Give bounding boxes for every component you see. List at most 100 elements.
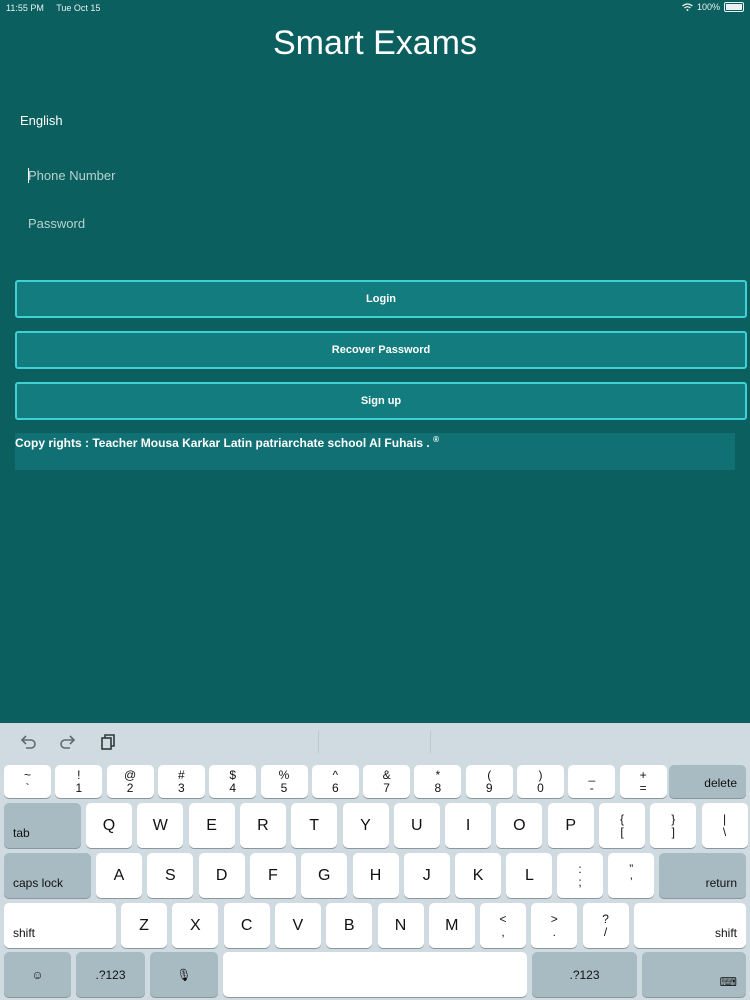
key-d[interactable]: D: [198, 853, 245, 898]
key-a[interactable]: A: [96, 853, 142, 898]
on-screen-keyboard: ~ `! 1 @2 #3 $4% 5 ^ 6 & 7 * 8(9) 0 _ - + = delete tab Q W E R T…: [0, 723, 750, 1000]
key-p[interactable]: P: [547, 803, 594, 848]
key-0[interactable]: ) 0: [517, 765, 564, 798]
key-v[interactable]: V: [274, 903, 321, 948]
hide-keyboard-icon[interactable]: ⌨: [642, 952, 746, 997]
key-bottom-label: .: [552, 924, 556, 939]
key-x[interactable]: X: [172, 903, 219, 948]
numbers-key-left[interactable]: .?123: [76, 952, 145, 997]
paste-icon[interactable]: [98, 733, 118, 751]
shift-key-left[interactable]: shift: [4, 903, 116, 948]
key-r[interactable]: R: [239, 803, 286, 848]
key-w[interactable]: W: [137, 803, 184, 848]
key-label: shift: [714, 926, 737, 940]
key-b[interactable]: B: [326, 903, 373, 948]
key-bottom-label: 2: [126, 780, 134, 795]
numbers-key-right[interactable]: .?123: [532, 952, 637, 997]
wifi-icon: [682, 3, 693, 11]
key-symbol[interactable]: ”’: [608, 853, 655, 898]
phone-number-field[interactable]: [28, 161, 718, 189]
key-i[interactable]: I: [445, 803, 492, 848]
key-m[interactable]: M: [428, 903, 475, 948]
key-top-label: <: [499, 911, 507, 926]
key-label: shift: [13, 926, 36, 940]
key-y[interactable]: Y: [342, 803, 389, 848]
return-key[interactable]: return: [659, 853, 746, 898]
key-c[interactable]: C: [223, 903, 270, 948]
key-bottom-label: 7: [383, 780, 390, 795]
emoji-icon[interactable]: ☺: [4, 952, 71, 997]
key-g[interactable]: G: [301, 853, 348, 898]
key-bottom-label: [: [620, 824, 624, 839]
battery-icon: [724, 2, 744, 12]
key-symbol[interactable]: <,: [480, 903, 526, 948]
key-top-label: |: [723, 811, 727, 826]
key-label: return: [705, 876, 737, 890]
key-3[interactable]: #3: [157, 765, 205, 798]
redo-icon[interactable]: [58, 733, 78, 751]
key-=[interactable]: + =: [619, 765, 667, 798]
key-top-label: >: [550, 911, 558, 926]
undo-icon[interactable]: [18, 733, 38, 751]
key-6[interactable]: ^ 6: [311, 765, 359, 798]
key-bottom-label: `: [25, 780, 30, 795]
key-symbol[interactable]: :;: [557, 853, 603, 898]
key-u[interactable]: U: [393, 803, 440, 848]
key-top-label: :: [578, 861, 582, 876]
shift-key-right[interactable]: shift: [634, 903, 746, 948]
key-9[interactable]: (9: [465, 765, 513, 798]
recover-password-button[interactable]: Recover Password: [15, 331, 747, 369]
key-symbol[interactable]: }]: [650, 803, 697, 848]
key-e[interactable]: E: [188, 803, 235, 848]
key-2[interactable]: @2: [106, 765, 154, 798]
key-f[interactable]: F: [249, 853, 296, 898]
key-5[interactable]: % 5: [260, 765, 308, 798]
key-k[interactable]: K: [455, 853, 502, 898]
key-symbol[interactable]: | \: [701, 803, 748, 848]
key-bottom-label: \: [722, 824, 727, 839]
language-selector[interactable]: English: [20, 113, 63, 128]
key-bottom-label: 8: [434, 780, 442, 795]
key-1[interactable]: ! 1: [55, 765, 103, 798]
key-top-label: ”: [629, 861, 634, 876]
password-field[interactable]: [28, 209, 718, 237]
key-7[interactable]: & 7: [363, 765, 411, 798]
key-top-label: ^: [332, 767, 339, 782]
key-h[interactable]: H: [352, 853, 399, 898]
key-s[interactable]: S: [147, 853, 194, 898]
key-8[interactable]: * 8: [414, 765, 462, 798]
tab-key[interactable]: tab: [4, 803, 81, 848]
key-bottom-label: 5: [280, 780, 288, 795]
key-l[interactable]: L: [506, 853, 553, 898]
delete-key[interactable]: delete: [669, 765, 746, 798]
key-4[interactable]: $4: [209, 765, 257, 798]
microphone-icon[interactable]: 🎙: [150, 952, 218, 997]
key-top-label: +: [639, 767, 647, 782]
key-bottom-label: ]: [671, 824, 675, 839]
key-j[interactable]: J: [403, 853, 450, 898]
key-o[interactable]: O: [496, 803, 543, 848]
key-top-label: ?: [602, 911, 609, 926]
key-z[interactable]: Z: [121, 903, 167, 948]
key-top-label: (: [487, 767, 492, 782]
sign-up-button[interactable]: Sign up: [15, 382, 747, 420]
key-symbol[interactable]: >.: [531, 903, 578, 948]
battery-percent: 100%: [696, 2, 720, 12]
status-date: Tue Oct 15: [56, 3, 101, 13]
key-t[interactable]: T: [291, 803, 338, 848]
keyboard-toolbar: [0, 723, 750, 761]
caps-lock-key[interactable]: caps lock: [4, 853, 91, 898]
key-top-label: !: [77, 767, 81, 782]
key-symbol[interactable]: ? /: [582, 903, 629, 948]
app-title: Smart Exams: [272, 24, 478, 62]
key-q[interactable]: Q: [86, 803, 132, 848]
login-button[interactable]: Login: [15, 280, 747, 318]
key-n[interactable]: N: [377, 903, 424, 948]
key-symbol[interactable]: {[: [599, 803, 645, 848]
key-label: tab: [13, 826, 30, 840]
key-`[interactable]: ~ `: [4, 765, 51, 798]
key-top-label: *: [435, 767, 441, 782]
space-bar[interactable]: [223, 952, 527, 997]
key--[interactable]: _ -: [568, 765, 616, 798]
key-bottom-label: 3: [178, 780, 185, 795]
